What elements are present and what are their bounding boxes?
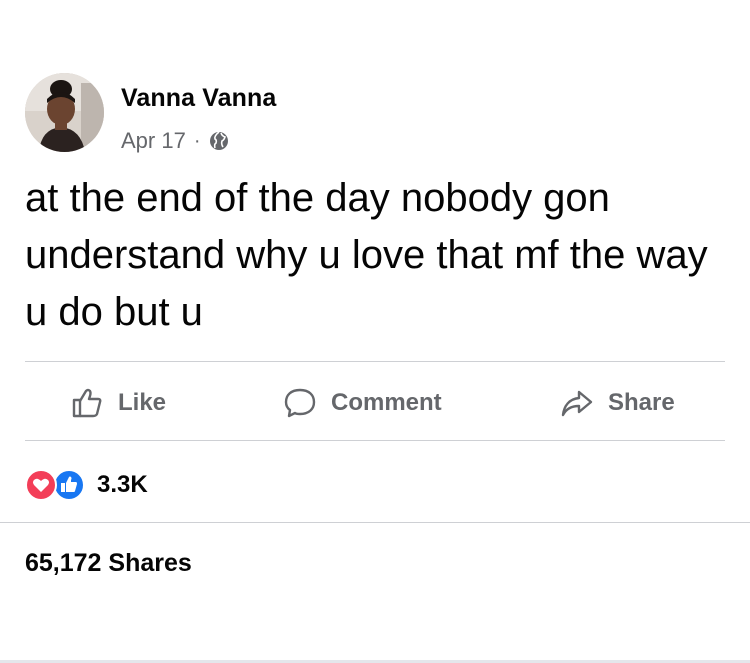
share-button[interactable]: Share (560, 382, 675, 424)
thumbs-up-icon (70, 386, 104, 420)
author-name[interactable]: Vanna Vanna (121, 84, 276, 113)
meta-separator: · (193, 129, 201, 152)
globe-icon[interactable] (209, 131, 229, 151)
facebook-post: Vanna Vanna Apr 17 · at the end of the d… (0, 0, 750, 663)
like-label: Like (118, 389, 167, 416)
post-text: at the end of the day nobody gon underst… (25, 176, 708, 334)
share-arrow-icon (560, 386, 594, 420)
avatar-photo (25, 73, 104, 152)
reactions-summary[interactable]: 3.3K (25, 469, 148, 501)
comment-button[interactable]: Comment (283, 382, 442, 424)
share-label: Share (608, 389, 675, 416)
comment-label: Comment (331, 389, 442, 416)
comment-bubble-icon (283, 386, 317, 420)
divider (25, 361, 725, 362)
like-reaction-icon (53, 469, 85, 501)
divider (25, 440, 725, 441)
post-meta: Apr 17 · (121, 126, 229, 156)
like-button[interactable]: Like (70, 382, 166, 424)
author-avatar[interactable] (25, 73, 104, 152)
shares-count[interactable]: 65,172 Shares (25, 549, 192, 578)
divider (0, 522, 750, 523)
reaction-count: 3.3K (97, 471, 148, 498)
post-date[interactable]: Apr 17 (121, 128, 186, 154)
love-reaction-icon (25, 469, 57, 501)
